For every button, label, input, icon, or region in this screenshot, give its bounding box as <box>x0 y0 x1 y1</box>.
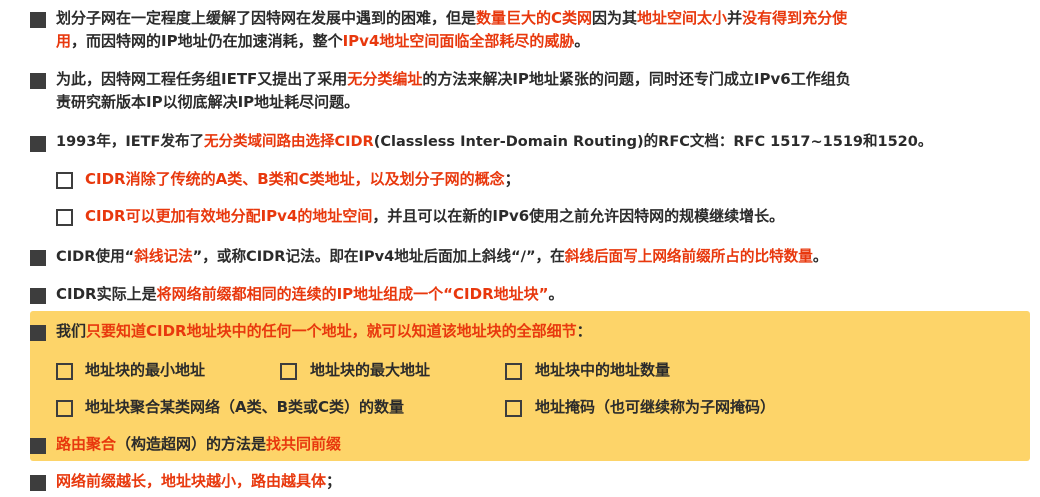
text-run: 并 <box>727 9 743 27</box>
option-max-address: 地址块的最大地址 <box>310 361 431 379</box>
paragraph-4: CIDR使用“斜线记法”，或称CIDR记法。即在IPv4地址后面加上斜线“/”，… <box>56 247 827 266</box>
paragraph-7: 路由聚合（构造超网）的方法是找共同前缀 <box>56 435 341 454</box>
paragraph-8: 网络前缀越长，地址块越小，路由越具体； <box>56 472 341 491</box>
sub-item-1: CIDR消除了传统的A类、B类和C类地址，以及划分子网的概念； <box>85 170 520 189</box>
highlighted-text: 没有得到充分使 <box>742 9 848 27</box>
bullet-square-icon <box>30 325 46 341</box>
paragraph-5: CIDR实际上是将网络前缀都相同的连续的IP地址组成一个“CIDR地址块”。 <box>56 285 564 304</box>
highlighted-text: 地址空间太小 <box>637 9 728 27</box>
highlighted-text: 数量巨大的C类网 <box>476 9 593 27</box>
text-run: ： <box>576 322 592 340</box>
text-run: 划分子网在一定程度上缓解了因特网在发展中遇到的困难，但是 <box>56 9 477 27</box>
highlighted-text: 将网络前缀都相同的连续的IP地址组成一个“CIDR地址块” <box>156 285 549 303</box>
text-run: 。 <box>574 32 590 50</box>
highlighted-text: 只要知道CIDR地址块中的任何一个地址，就可以知道该地址块的全部细节 <box>86 322 577 340</box>
bullet-square-icon <box>30 136 46 152</box>
paragraph-2-line-1: 为此，因特网工程任务组IETF又提出了采用无分类编址的方法来解决IP地址紧张的问… <box>56 70 851 89</box>
text-run: ”，或称CIDR记法。即在IPv4地址后面加上斜线“/”，在 <box>192 248 565 265</box>
highlighted-text: 斜线记法 <box>134 248 193 265</box>
bullet-square-icon <box>30 288 46 304</box>
text-run: 因为其 <box>592 9 638 27</box>
text-run: CIDR使用“ <box>56 248 135 265</box>
highlighted-text: IPv4地址空间面临全部耗尽的威胁 <box>342 32 575 50</box>
option-aggregated-networks: 地址块聚合某类网络（A类、B类或C类）的数量 <box>85 398 405 416</box>
checkbox-icon <box>280 363 297 380</box>
highlighted-text: 路由聚合 <box>56 435 117 453</box>
text-run: ，并且可以在新的IPv6使用之前允许因特网的规模继续增长。 <box>372 207 785 225</box>
option-address-mask: 地址掩码（也可继续称为子网掩码） <box>535 398 776 416</box>
checkbox-icon <box>56 400 73 417</box>
checkbox-icon <box>505 363 522 380</box>
highlighted-text: 用 <box>56 32 72 50</box>
text-run: ； <box>504 170 520 188</box>
highlighted-text: 无分类编址 <box>347 70 423 88</box>
highlighted-text: CIDR消除了传统的A类、B类和C类地址，以及划分子网的概念 <box>85 170 505 188</box>
highlighted-text: 斜线后面写上网络前缀所占的比特数量 <box>564 248 813 265</box>
bullet-square-icon <box>30 12 46 28</box>
paragraph-6: 我们只要知道CIDR地址块中的任何一个地址，就可以知道该地址块的全部细节： <box>56 322 592 341</box>
text-run: 我们 <box>56 322 87 340</box>
paragraph-2-line-2: 责研究新版本IP以彻底解决IP地址耗尽问题。 <box>56 93 359 112</box>
option-address-count: 地址块中的地址数量 <box>535 361 671 379</box>
text-run: 责研究新版本IP以彻底解决IP地址耗尽问题。 <box>56 93 360 111</box>
text-run: 。 <box>812 248 828 265</box>
text-run: ； <box>326 472 342 490</box>
text-run: 为此，因特网工程任务组IETF又提出了采用 <box>56 70 348 88</box>
checkbox-icon <box>505 400 522 417</box>
paragraph-1-line-2: 用，而因特网的IP地址仍在加速消耗，整个IPv4地址空间面临全部耗尽的威胁。 <box>56 32 589 51</box>
bullet-square-icon <box>30 475 46 491</box>
bullet-square-icon <box>30 438 46 454</box>
text-run: (Classless Inter-Domain Routing)的RFC文档：R… <box>373 134 933 150</box>
paragraph-3-line-1: 1993年，IETF发布了无分类域间路由选择CIDR(Classless Int… <box>56 133 932 152</box>
text-run: ，而因特网的IP地址仍在加速消耗，整个 <box>71 32 343 50</box>
option-min-address: 地址块的最小地址 <box>85 361 206 379</box>
text-run: CIDR实际上是 <box>56 285 157 303</box>
checkbox-icon <box>56 363 73 380</box>
highlighted-text: 无分类域间路由选择CIDR <box>203 134 374 150</box>
bullet-square-icon <box>30 250 46 266</box>
text-run: 1993年，IETF发布了 <box>56 134 204 150</box>
paragraph-1-line-1: 划分子网在一定程度上缓解了因特网在发展中遇到的困难，但是数量巨大的C类网因为其地… <box>56 9 847 28</box>
highlighted-text: 找共同前缀 <box>266 435 342 453</box>
checkbox-icon <box>56 209 73 226</box>
text-run: （构造超网）的方法是 <box>116 435 267 453</box>
highlighted-text: 网络前缀越长，地址块越小，路由越具体 <box>56 472 327 490</box>
text-run: 的方法来解决IP地址紧张的问题，同时还专门成立IPv6工作组负 <box>422 70 851 88</box>
text-run: 。 <box>548 285 564 303</box>
highlighted-text: CIDR可以更加有效地分配IPv4的地址空间 <box>85 207 373 225</box>
sub-item-2: CIDR可以更加有效地分配IPv4的地址空间，并且可以在新的IPv6使用之前允许… <box>85 207 784 226</box>
bullet-square-icon <box>30 73 46 89</box>
checkbox-icon <box>56 172 73 189</box>
